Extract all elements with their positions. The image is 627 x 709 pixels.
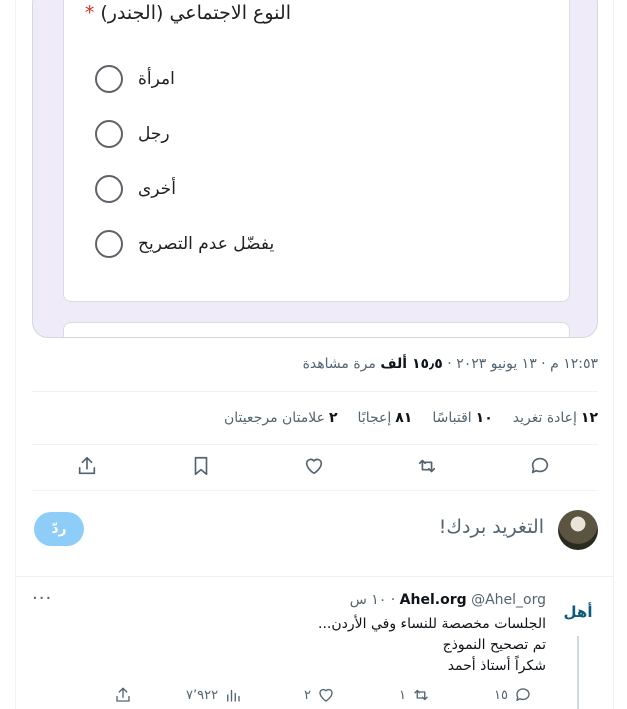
radio-circle[interactable] [95, 120, 123, 148]
handle[interactable]: @Ahel_org [471, 592, 546, 608]
display-name[interactable]: Ahel.org [400, 592, 467, 608]
divider [32, 444, 598, 445]
share-button[interactable] [114, 686, 132, 704]
tweet-action-bar [32, 447, 598, 489]
radio-option-label: رجل [138, 124, 170, 144]
reply-composer: التغريد بردك! ردّ [32, 506, 598, 554]
views-button[interactable]: ٧٬٩٢٢ [186, 686, 242, 704]
time-ago[interactable]: ١٠ س [350, 592, 387, 608]
stat-count: ١٢ [580, 410, 598, 426]
separator: · [390, 592, 396, 608]
radio-circle[interactable] [95, 230, 123, 258]
tweet-line: الجلسات مخصصة للنساء وفي الأردن... [318, 616, 546, 632]
more-options-button[interactable]: ··· [32, 588, 52, 609]
radio-option[interactable]: يفضّل عدم التصريح [95, 229, 274, 259]
retweets-stat[interactable]: ١٢إعادة تغريد [513, 410, 598, 426]
tweet-timestamp: ١٢:٥٣ م · ١٣ يونيو ٢٠٢٣ · ١٥٫٥ ألف مرة م… [303, 356, 598, 372]
divider [32, 391, 598, 392]
divider [15, 576, 614, 577]
share-button[interactable] [76, 455, 102, 481]
retweet-button[interactable]: ١ [399, 686, 430, 704]
reply-input[interactable]: التغريد بردك! [439, 516, 544, 538]
required-mark: * [84, 2, 95, 24]
like-button[interactable]: ٢ [304, 686, 335, 704]
reply-button[interactable] [529, 455, 555, 481]
stat-label: اقتباسًا [432, 410, 472, 426]
share-icon [116, 687, 130, 702]
tweet-time[interactable]: ١٢:٥٣ م [550, 356, 598, 372]
divider [32, 490, 598, 491]
tweet-text: الجلسات مخصصة للنساء وفي الأردن... تم تص… [318, 614, 546, 677]
bookmarks-stat[interactable]: ٢علامتان مرجعيتان [224, 410, 338, 426]
radio-circle[interactable] [95, 65, 123, 93]
stat-label: إعجابًا [357, 410, 392, 426]
next-form-card [63, 322, 570, 337]
bookmark-icon [194, 456, 208, 476]
stat-count: ٨١ [395, 410, 413, 426]
tweet-header: Ahel.org @Ahel_org · ١٠ س [350, 592, 546, 608]
radio-circle[interactable] [95, 175, 123, 203]
tweet-media-image[interactable]: النوع الاجتماعي (الجندر) * امرأة رجل أخر… [32, 0, 598, 338]
avatar[interactable] [558, 510, 598, 550]
like-button[interactable] [303, 455, 329, 481]
likes-stat[interactable]: ٨١إعجابًا [358, 410, 413, 426]
heart-icon [305, 458, 323, 475]
radio-option[interactable]: امرأة [95, 64, 175, 94]
stat-count: ١٠ [475, 410, 493, 426]
views-count: ٧٬٩٢٢ [186, 687, 219, 703]
reply-icon [531, 457, 549, 474]
radio-option[interactable]: رجل [95, 119, 170, 149]
stat-label: إعادة تغريد [512, 410, 577, 426]
share-icon [78, 456, 96, 475]
likes-count: ٢ [304, 687, 311, 703]
radio-option-label: يفضّل عدم التصريح [138, 234, 275, 254]
radio-option-label: امرأة [138, 69, 175, 89]
question-title-text: النوع الاجتماعي (الجندر) [100, 2, 291, 24]
thread-line [577, 636, 579, 709]
retweets-count: ١ [399, 687, 406, 703]
views-count: ١٥٫٥ ألف [380, 356, 443, 372]
quotes-stat[interactable]: ١٠اقتباسًا [432, 410, 492, 426]
separator: · [447, 356, 452, 372]
tweet-action-bar: ٧٬٩٢٢ ٢ ١ ١٥ [114, 686, 546, 709]
bookmark-button[interactable] [190, 455, 216, 481]
retweet-button[interactable] [416, 455, 442, 481]
reply-button[interactable]: ١٥ [494, 686, 532, 704]
tweet-line: شكراً أستاذ أحمد [447, 658, 546, 674]
replies-count: ١٥ [494, 687, 508, 703]
avatar-logo-text: أهل [563, 603, 593, 621]
retweet-icon [414, 689, 428, 701]
tweet-line: تم تصحيح النموذج [442, 637, 546, 653]
radio-option[interactable]: أخرى [95, 174, 176, 204]
bar-chart-icon [227, 689, 240, 702]
radio-option-label: أخرى [138, 179, 176, 199]
question-title: النوع الاجتماعي (الجندر) * [85, 2, 291, 24]
stat-label: علامتان مرجعيتان [223, 410, 325, 426]
tweet-date[interactable]: ١٣ يونيو ٢٠٢٣ [456, 356, 537, 372]
reply-icon [516, 688, 530, 701]
engagement-stats: ١٢إعادة تغريد ١٠اقتباسًا ٨١إعجابًا ٢علام… [224, 410, 598, 426]
views-label: مرة مشاهدة [302, 356, 376, 372]
separator: · [541, 356, 546, 372]
stat-count: ٢ [329, 410, 338, 426]
heart-icon [319, 688, 333, 702]
retweet-icon [418, 459, 436, 473]
avatar[interactable]: أهل [558, 592, 598, 632]
reply-submit-button[interactable]: ردّ [34, 512, 84, 546]
form-question-card: النوع الاجتماعي (الجندر) * امرأة رجل أخر… [63, 0, 570, 302]
reply-tweet[interactable]: أهل Ahel.org @Ahel_org · ١٠ س ··· الجلسا… [32, 588, 598, 709]
